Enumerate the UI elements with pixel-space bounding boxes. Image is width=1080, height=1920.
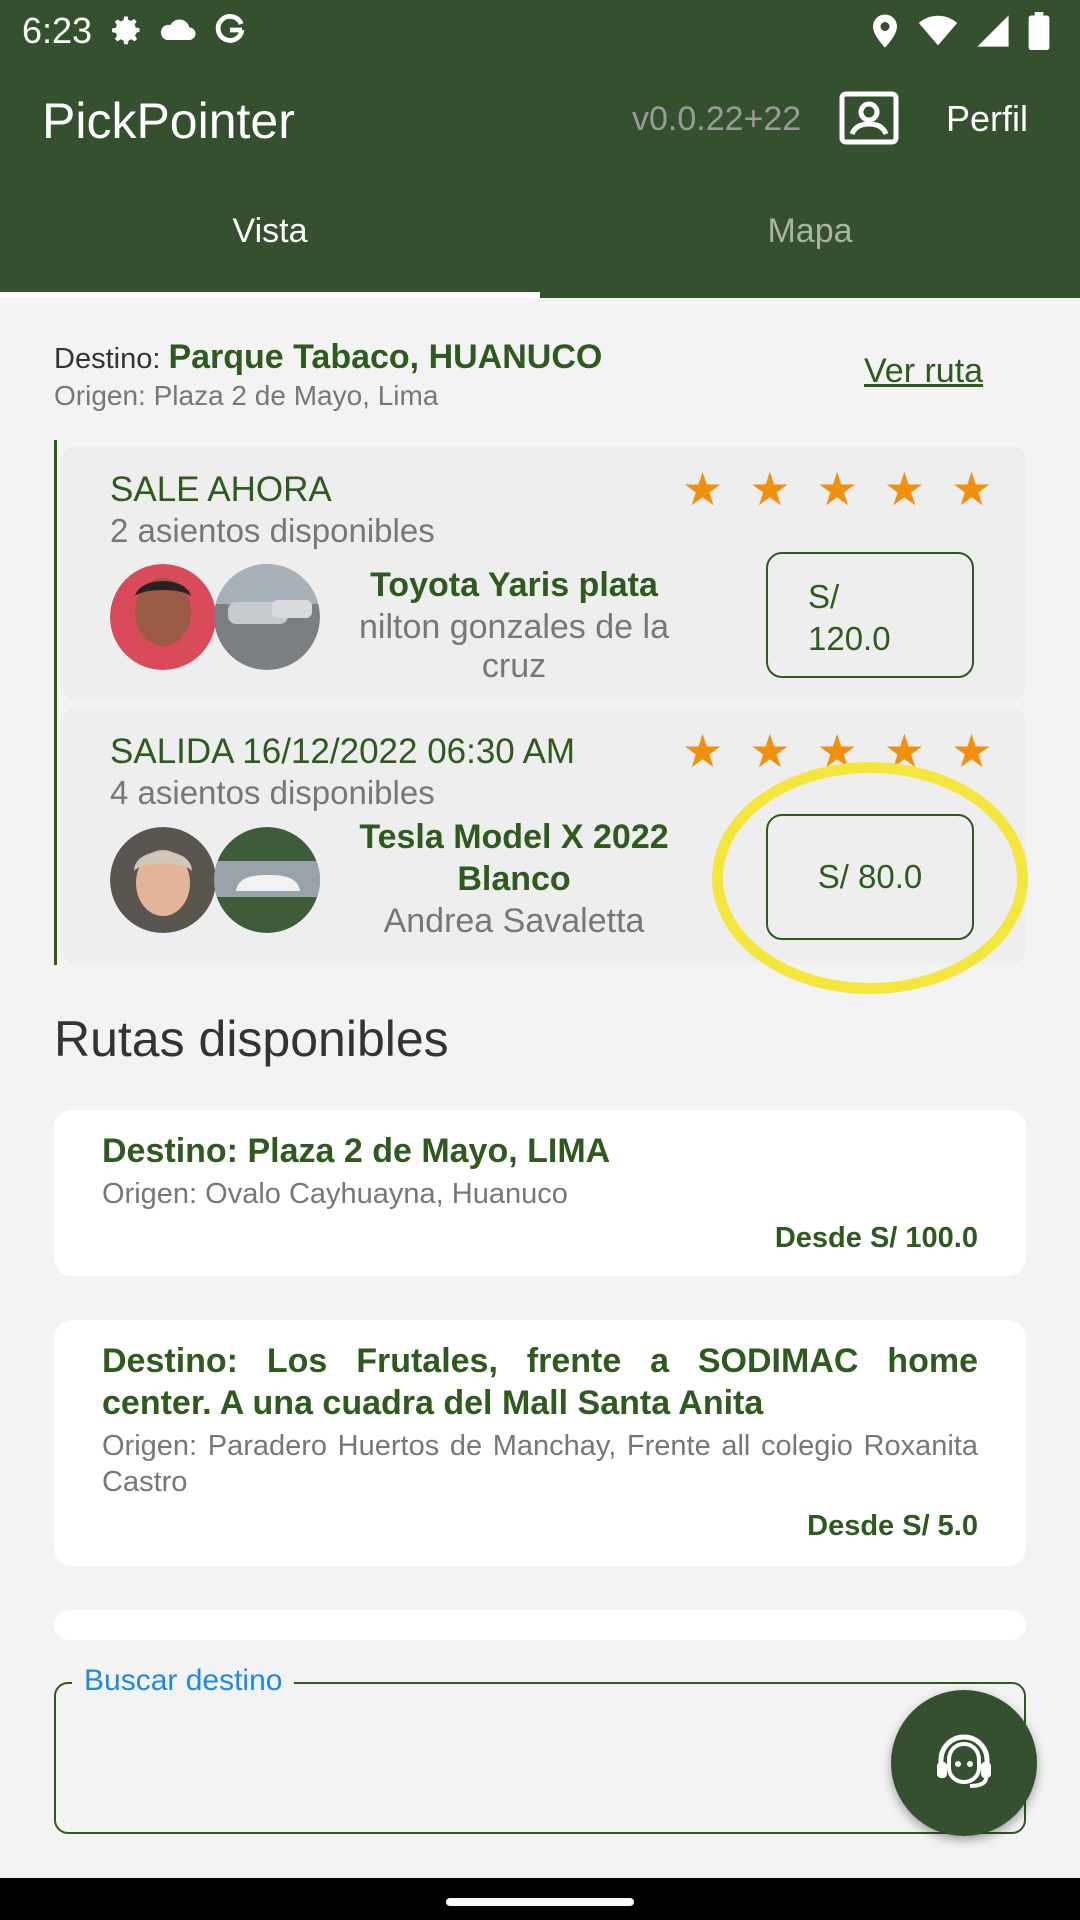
route-price: Desde S/ 100.0 (774, 1222, 978, 1254)
navigation-bar (0, 1878, 1080, 1920)
star-icon: ★ (883, 463, 925, 515)
app-bar: PickPointer v0.0.22+22 Perfil (0, 62, 1080, 182)
support-agent-icon (937, 1734, 991, 1788)
home-gesture-handle[interactable] (446, 1898, 634, 1906)
trip-seats: 2 asientos disponibles (110, 512, 435, 549)
tab-vista[interactable]: Vista (0, 212, 540, 251)
trip-card[interactable]: SALE AHORA 2 asientos disponibles ★ ★ ★ … (62, 446, 1026, 700)
route-origin: Origen: Ovalo Cayhuayna, Huanuco (102, 1178, 568, 1210)
status-time: 6:23 (22, 10, 93, 51)
location-icon (873, 14, 897, 48)
route-card[interactable]: Destino: Los Frutales, frente a SODIMAC … (54, 1320, 1026, 1566)
driver-name: nilton gonzales de la cruz (358, 608, 669, 685)
star-icon: ★ (682, 463, 724, 515)
tab-indicator (0, 292, 540, 298)
price-amount: 120.0 (808, 620, 891, 657)
route-destination: Destino: Los Frutales, frente a SODIMAC … (102, 1342, 978, 1422)
route-card[interactable] (54, 1610, 1026, 1640)
tab-mapa[interactable]: Mapa (540, 212, 1080, 251)
driver-name: Andrea Savaletta (383, 902, 645, 940)
route-destination: Destino: Plaza 2 de Mayo, LIMA (102, 1132, 611, 1170)
driver-avatar (110, 564, 216, 670)
search-label: Buscar destino (72, 1664, 295, 1698)
rating-stars: ★ ★ ★ ★ ★ (682, 466, 992, 512)
car-name-line2: Blanco (457, 860, 571, 898)
car-name-line1: Tesla Model X 2022 (359, 818, 669, 856)
destination-prefix: Destino: (54, 343, 169, 375)
star-icon: ★ (682, 725, 724, 777)
star-icon: ★ (749, 463, 791, 515)
star-icon: ★ (951, 463, 993, 515)
car-photo (214, 564, 320, 670)
star-icon: ★ (816, 463, 858, 515)
battery-icon (1028, 12, 1050, 50)
search-input[interactable] (54, 1682, 1026, 1834)
ver-ruta-link[interactable]: Ver ruta (864, 352, 983, 391)
car-name: Toyota Yaris plata (370, 566, 658, 604)
app-title: PickPointer (42, 93, 295, 149)
google-icon (215, 14, 245, 43)
star-icon: ★ (951, 725, 993, 777)
profile-card-icon[interactable] (838, 90, 900, 146)
trip-departure: SALE AHORA (110, 470, 332, 509)
settings-icon (112, 16, 140, 45)
app-version: v0.0.22+22 (632, 100, 802, 138)
trip-departure: SALIDA 16/12/2022 06:30 AM (110, 732, 576, 771)
route-origin: Origen: Paradero Huertos de Manchay, Fre… (102, 1430, 978, 1498)
star-icon: ★ (749, 725, 791, 777)
driver-avatar (110, 827, 216, 933)
route-price: Desde S/ 5.0 (807, 1510, 978, 1542)
current-destination: Destino: Parque Tabaco, HUANUCO (54, 338, 602, 377)
status-bar: 6:23 (0, 0, 1080, 62)
profile-button[interactable]: Perfil (946, 98, 1028, 140)
price-currency: S/ (808, 578, 840, 615)
car-photo (214, 827, 320, 933)
wifi-icon (918, 15, 958, 46)
current-origin: Origen: Plaza 2 de Mayo, Lima (54, 380, 439, 411)
support-button[interactable] (891, 1690, 1037, 1836)
trip-price-button[interactable]: S/ 120.0 (766, 552, 974, 678)
destination-name: Parque Tabaco, HUANUCO (168, 338, 603, 376)
signal-icon (977, 15, 1009, 47)
cloud-icon (160, 19, 196, 40)
route-card[interactable]: Destino: Plaza 2 de Mayo, LIMA Origen: O… (54, 1110, 1026, 1276)
tab-bar: Vista Mapa (0, 182, 1080, 298)
trip-seats: 4 asientos disponibles (110, 774, 435, 811)
trips-divider (54, 440, 57, 965)
highlight-circle (712, 762, 1028, 994)
section-title: Rutas disponibles (54, 1011, 449, 1067)
